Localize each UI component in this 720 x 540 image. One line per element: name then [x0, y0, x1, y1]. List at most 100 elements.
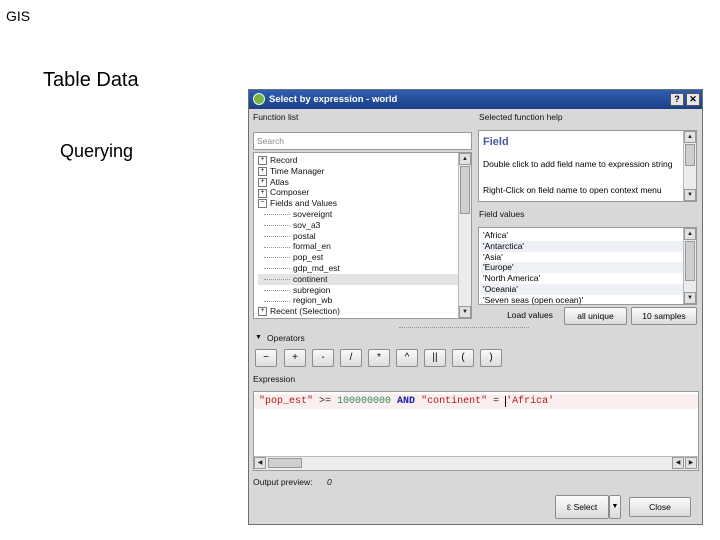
operator-button[interactable]: ^ [396, 349, 418, 367]
field-value-item[interactable]: 'Seven seas (open ocean)' [481, 295, 683, 306]
tree-item[interactable]: formal_en [258, 241, 458, 252]
tree-connector [264, 246, 290, 248]
field-values-list[interactable]: 'Seven seas (open ocean)' 'Oceania' 'North… [478, 227, 697, 305]
operator-button[interactable]: − [255, 349, 277, 367]
scroll-thumb[interactable] [460, 166, 470, 214]
operators-label: Operators [267, 333, 305, 343]
tree-connector [264, 268, 290, 270]
help-text-1: Double click to add field name to expres… [483, 159, 673, 169]
expand-icon[interactable]: + [258, 177, 267, 187]
scroll-thumb[interactable] [268, 458, 302, 468]
scroll-right-icon[interactable]: ▶ [685, 457, 697, 469]
tree-item[interactable]: + Record [258, 155, 458, 166]
field-value-item[interactable]: 'Asia' [481, 252, 683, 263]
expression-editor[interactable]: "pop_est" >= 100000000 AND "continent" =… [253, 391, 699, 471]
scroll-left-icon[interactable]: ◀ [254, 457, 266, 469]
expression-text[interactable]: "pop_est" >= 100000000 AND "continent" =… [259, 396, 554, 407]
tree-item-label: postal [293, 230, 316, 241]
qgis-logo-icon [253, 93, 265, 105]
field-values-label: Field values [479, 209, 525, 219]
expression-hscrollbar[interactable]: ◀ ◀ ▶ [254, 456, 698, 470]
tree-item[interactable]: continent [258, 273, 458, 285]
operator-button[interactable]: - [312, 349, 334, 367]
scroll-down-icon[interactable]: ▼ [684, 292, 696, 304]
tree-item-label: formal_en [293, 241, 331, 252]
expression-label: Expression [253, 374, 296, 384]
field-value-item[interactable]: 'Antarctica' [481, 240, 683, 252]
function-list-label: Function list [253, 112, 299, 122]
expr-field-token: "pop_est" [259, 396, 314, 407]
all-unique-button[interactable]: all unique [564, 307, 627, 325]
dialog-titlebar[interactable]: Select by expression - world ? ✕ [249, 90, 702, 109]
tree-item[interactable]: sov_a3 [258, 220, 458, 231]
tree-item[interactable]: region_wb [258, 295, 458, 306]
operator-button[interactable]: || [424, 349, 446, 367]
tree-item[interactable]: + Atlas [258, 177, 458, 188]
scroll-down-icon[interactable]: ▼ [684, 189, 696, 201]
help-scrollbar[interactable]: ▲ ▼ [683, 131, 696, 201]
scroll-thumb[interactable] [685, 144, 695, 166]
tree-item-label: pop_est [293, 252, 324, 263]
scroll-up-icon[interactable]: ▲ [459, 153, 471, 165]
tree-item-label: Time Manager [270, 165, 325, 176]
slide-subtitle: Querying [60, 141, 134, 161]
tree-item-label: Composer [270, 187, 310, 198]
field-value-item[interactable]: 'Europe' [481, 262, 683, 274]
tree-item[interactable]: subregion [258, 285, 458, 296]
output-preview-label: Output preview: [253, 477, 313, 487]
tree-item[interactable]: + Recent (Selection) [258, 306, 458, 317]
expr-keyword-token: AND [391, 396, 422, 407]
expr-string-token: 'Africa' [506, 396, 555, 407]
tree-item-label: gdp_md_est [293, 263, 340, 273]
close-button[interactable]: Close [629, 497, 691, 517]
tree-item-label: subregion [293, 284, 331, 295]
operator-button[interactable]: ( [452, 349, 474, 367]
expr-operator-token: = [487, 396, 506, 407]
help-button[interactable]: ? [670, 93, 684, 106]
field-value-item[interactable]: 'North America' [481, 273, 683, 284]
output-preview-value: 0 [327, 477, 332, 487]
operator-button[interactable]: / [340, 349, 362, 367]
scroll-thumb[interactable] [685, 241, 695, 281]
tree-item[interactable]: − Fields and Values [258, 198, 458, 209]
expand-icon[interactable]: + [258, 167, 267, 177]
field-value-item[interactable]: 'Oceania' [481, 284, 683, 295]
operator-button[interactable]: + [284, 349, 306, 367]
select-button[interactable]: ε Select [555, 495, 609, 519]
expand-icon[interactable]: + [258, 188, 267, 198]
expand-icon[interactable]: + [258, 156, 267, 166]
tree-item[interactable]: + Time Manager [258, 166, 458, 177]
tree-item[interactable]: postal [258, 231, 458, 242]
field-values-scrollbar[interactable]: ▲ ▼ [683, 228, 696, 304]
tree-item[interactable]: sovereignt [258, 209, 458, 220]
scroll-up-icon[interactable]: ▲ [684, 131, 696, 143]
tree-connector [264, 225, 290, 227]
window-close-button[interactable]: ✕ [686, 93, 700, 106]
operator-button[interactable]: ) [480, 349, 502, 367]
collapse-triangle-icon[interactable]: ▼ [255, 334, 262, 341]
help-text-2: Right-Click on field name to open contex… [483, 185, 662, 195]
function-tree[interactable]: + Recent (Selection) region_wb subregion con… [253, 152, 472, 319]
operator-button[interactable]: * [368, 349, 390, 367]
tree-item[interactable]: + Composer [258, 187, 458, 198]
expr-number-token: 100000000 [337, 396, 392, 407]
field-value-item[interactable]: 'Africa' [481, 230, 683, 241]
expand-icon[interactable]: + [258, 307, 267, 317]
slide-title: Table Data [43, 69, 139, 91]
scroll-down-icon[interactable]: ▼ [459, 306, 471, 318]
scroll-left-icon[interactable]: ◀ [672, 457, 684, 469]
tree-item[interactable]: pop_est [258, 252, 458, 263]
ten-samples-button[interactable]: 10 samples [631, 307, 697, 325]
tree-item-label: sovereignt [293, 209, 333, 219]
splitter-handle[interactable] [399, 327, 529, 331]
select-dropdown-arrow-icon[interactable]: ▼ [609, 495, 621, 519]
tree-item-label: region_wb [293, 295, 333, 306]
function-tree-scrollbar[interactable]: ▲ ▼ [458, 153, 471, 318]
tree-connector [264, 235, 290, 237]
function-help-panel: Field Double click to add field name to … [478, 130, 697, 202]
scroll-up-icon[interactable]: ▲ [684, 228, 696, 240]
tree-item-label: Atlas [270, 176, 289, 187]
collapse-icon[interactable]: − [258, 199, 267, 209]
tree-item[interactable]: gdp_md_est [258, 263, 458, 274]
search-input[interactable]: Search [253, 132, 472, 150]
